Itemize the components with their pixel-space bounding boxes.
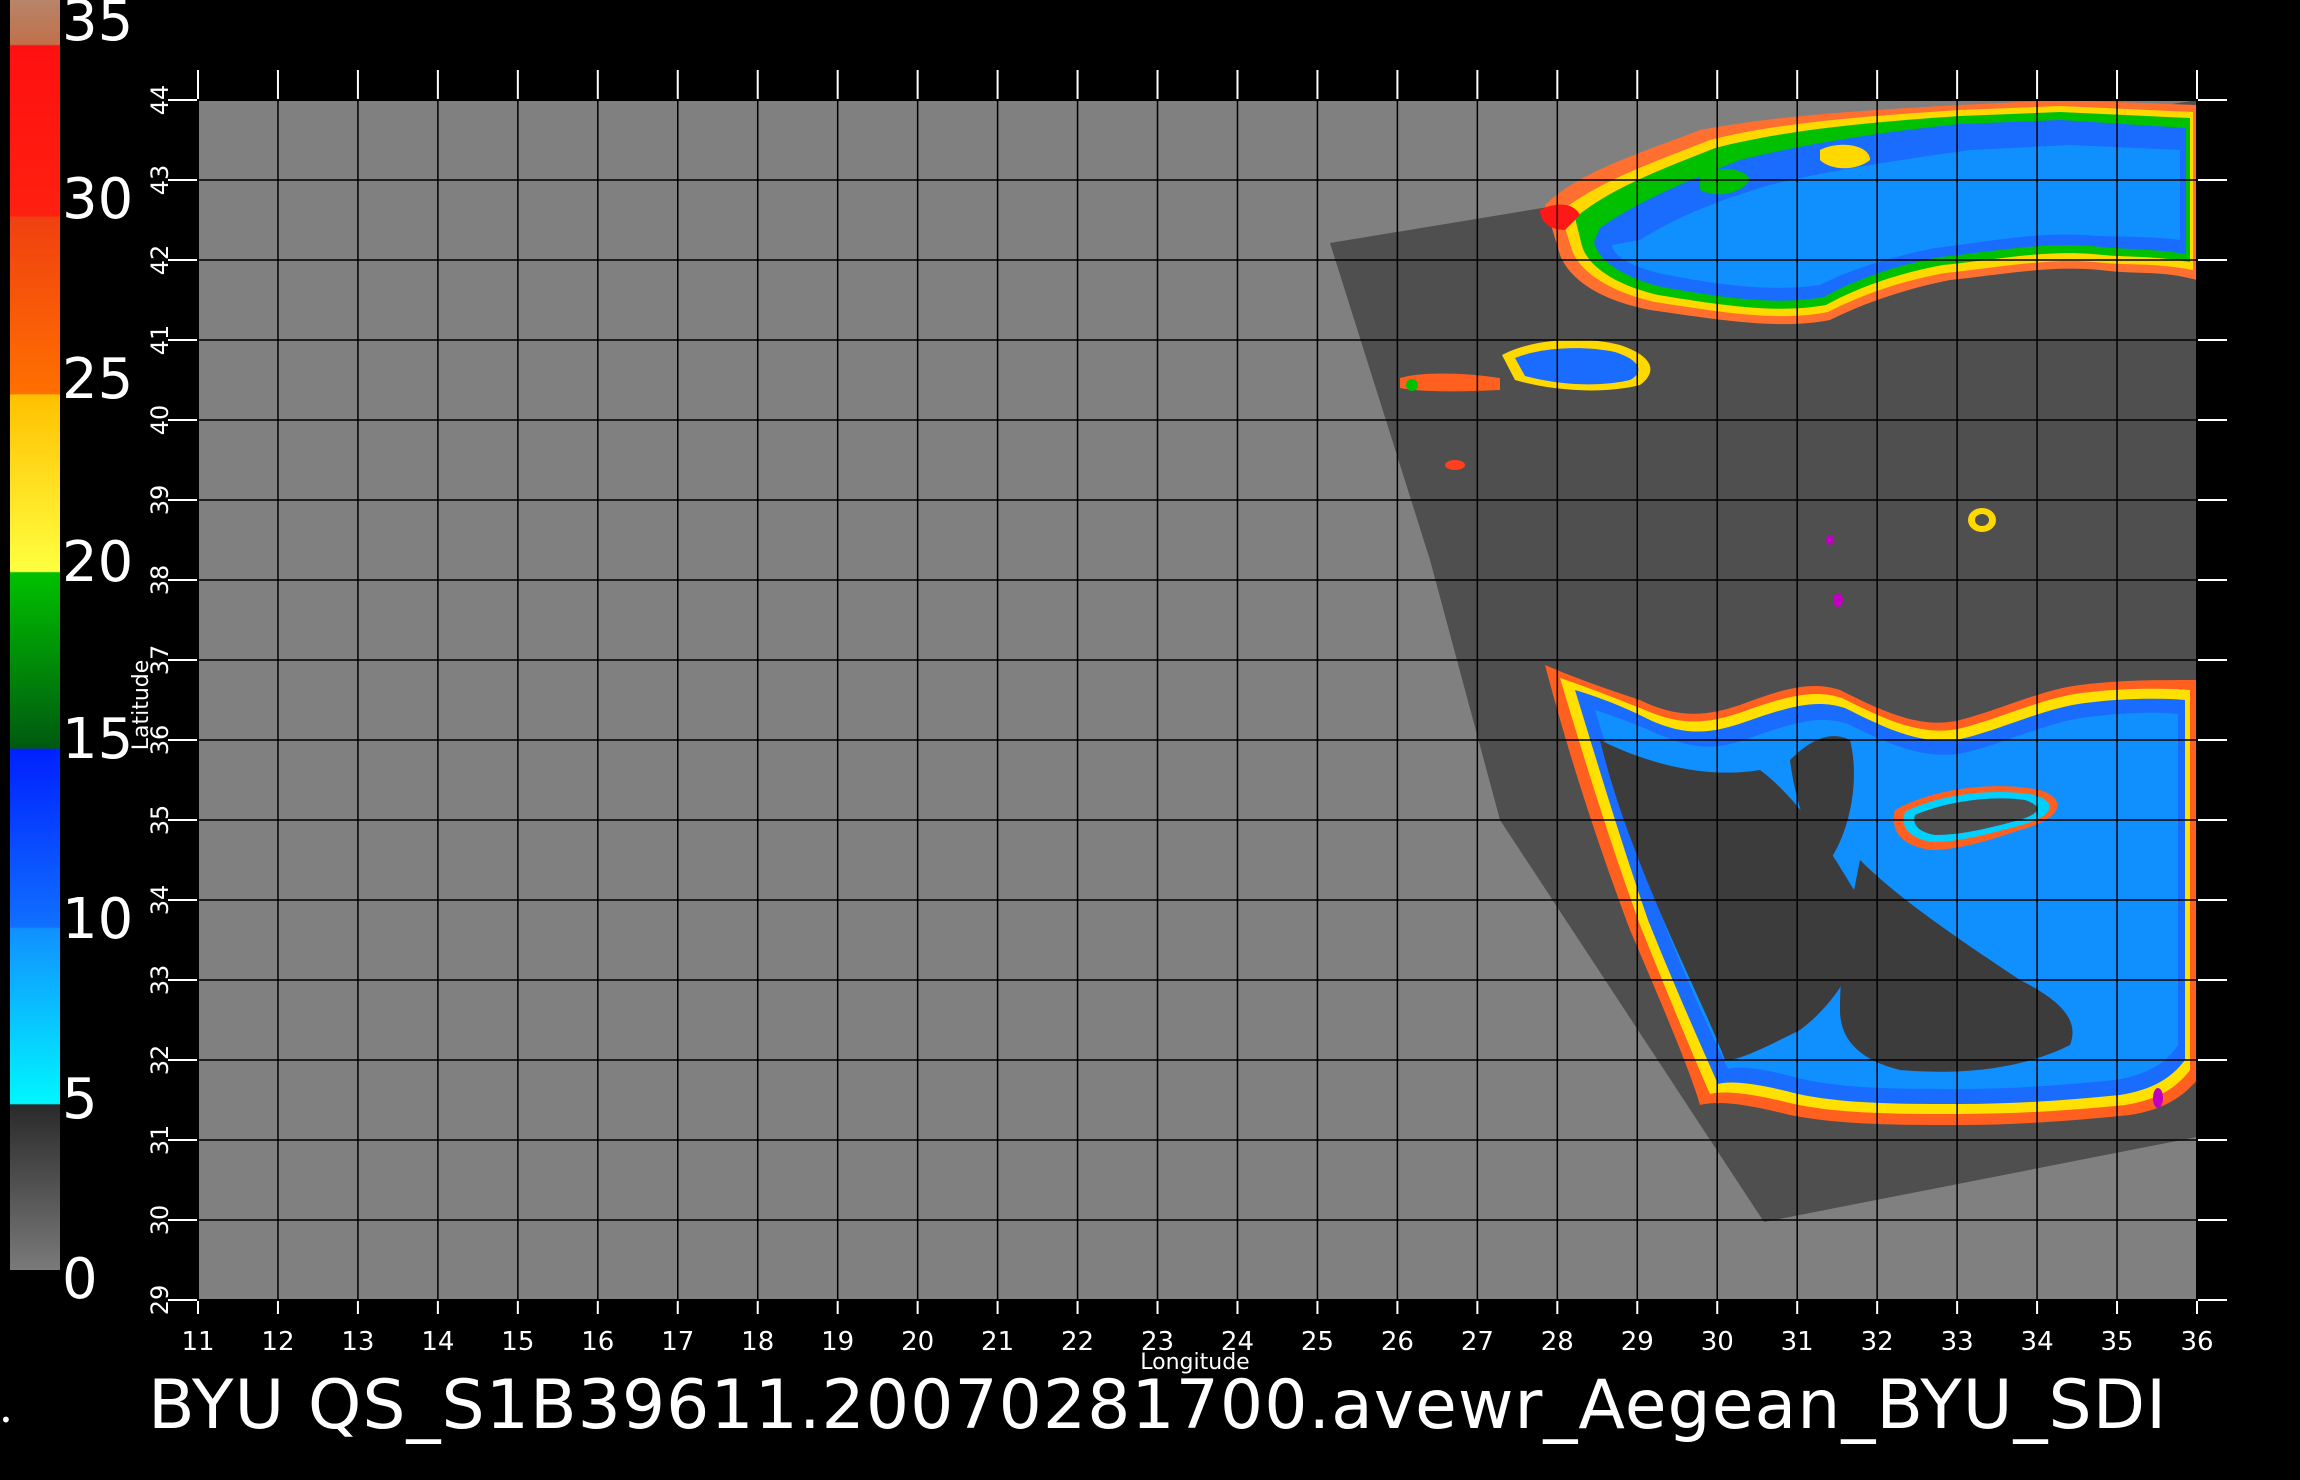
latitude-tick-label: 41 [146,325,174,356]
latitude-tick-label: 30 [146,1205,174,1236]
latitude-tick-label: 44 [146,85,174,116]
longitude-tick-label: 19 [821,1327,854,1357]
longitude-tick-label: 27 [1461,1327,1494,1357]
longitude-tick-label: 20 [901,1327,934,1357]
longitude-tick-label: 21 [981,1327,1014,1357]
latitude-tick-label: 34 [146,885,174,916]
caption-marker: • [0,1408,12,1432]
longitude-tick-label: 12 [261,1327,294,1357]
latitude-tick-label: 43 [146,165,174,196]
longitude-tick-label: 22 [1061,1327,1094,1357]
latitude-tick-label: 38 [146,565,174,596]
longitude-tick-label: 11 [181,1327,214,1357]
longitude-tick-label: 28 [1541,1327,1574,1357]
longitude-tick-label: 29 [1621,1327,1654,1357]
longitude-tick-label: 26 [1381,1327,1414,1357]
latitude-tick-label: 35 [146,805,174,836]
latitude-tick-label: 40 [146,405,174,436]
latitude-tick-label: 42 [146,245,174,276]
longitude-tick-label: 31 [1781,1327,1814,1357]
longitude-tick-label: 33 [1941,1327,1974,1357]
longitude-tick-label: 30 [1701,1327,1734,1357]
latitude-tick-label: 29 [146,1285,174,1316]
longitude-tick-label: 13 [341,1327,374,1357]
product-caption: BYU QS_S1B39611.20070281700.avewr_Aegean… [148,1366,2168,1445]
longitude-tick-label: 14 [421,1327,454,1357]
wind-map: 11 12 13 14 15 16 17 18 19 20 21 22 23 24 25 26 27 28 29 30… [129,70,2227,1375]
longitude-tick-label: 18 [741,1327,774,1357]
longitude-tick-label: 35 [2100,1327,2133,1357]
longitude-tick-label: 16 [581,1327,614,1357]
longitude-tick-label: 32 [1861,1327,1894,1357]
longitude-tick-label: 15 [501,1327,534,1357]
longitude-tick-label: 34 [2021,1327,2054,1357]
y-axis-label: Latitude [129,660,154,751]
longitude-tick-label: 36 [2180,1327,2213,1357]
latitude-tick-label: 33 [146,965,174,996]
latitude-tick-label: 32 [146,1045,174,1076]
latitude-tick-label: 39 [146,485,174,516]
latitude-tick-label: 31 [146,1125,174,1156]
longitude-tick-label: 17 [661,1327,694,1357]
longitude-tick-label: 25 [1301,1327,1334,1357]
